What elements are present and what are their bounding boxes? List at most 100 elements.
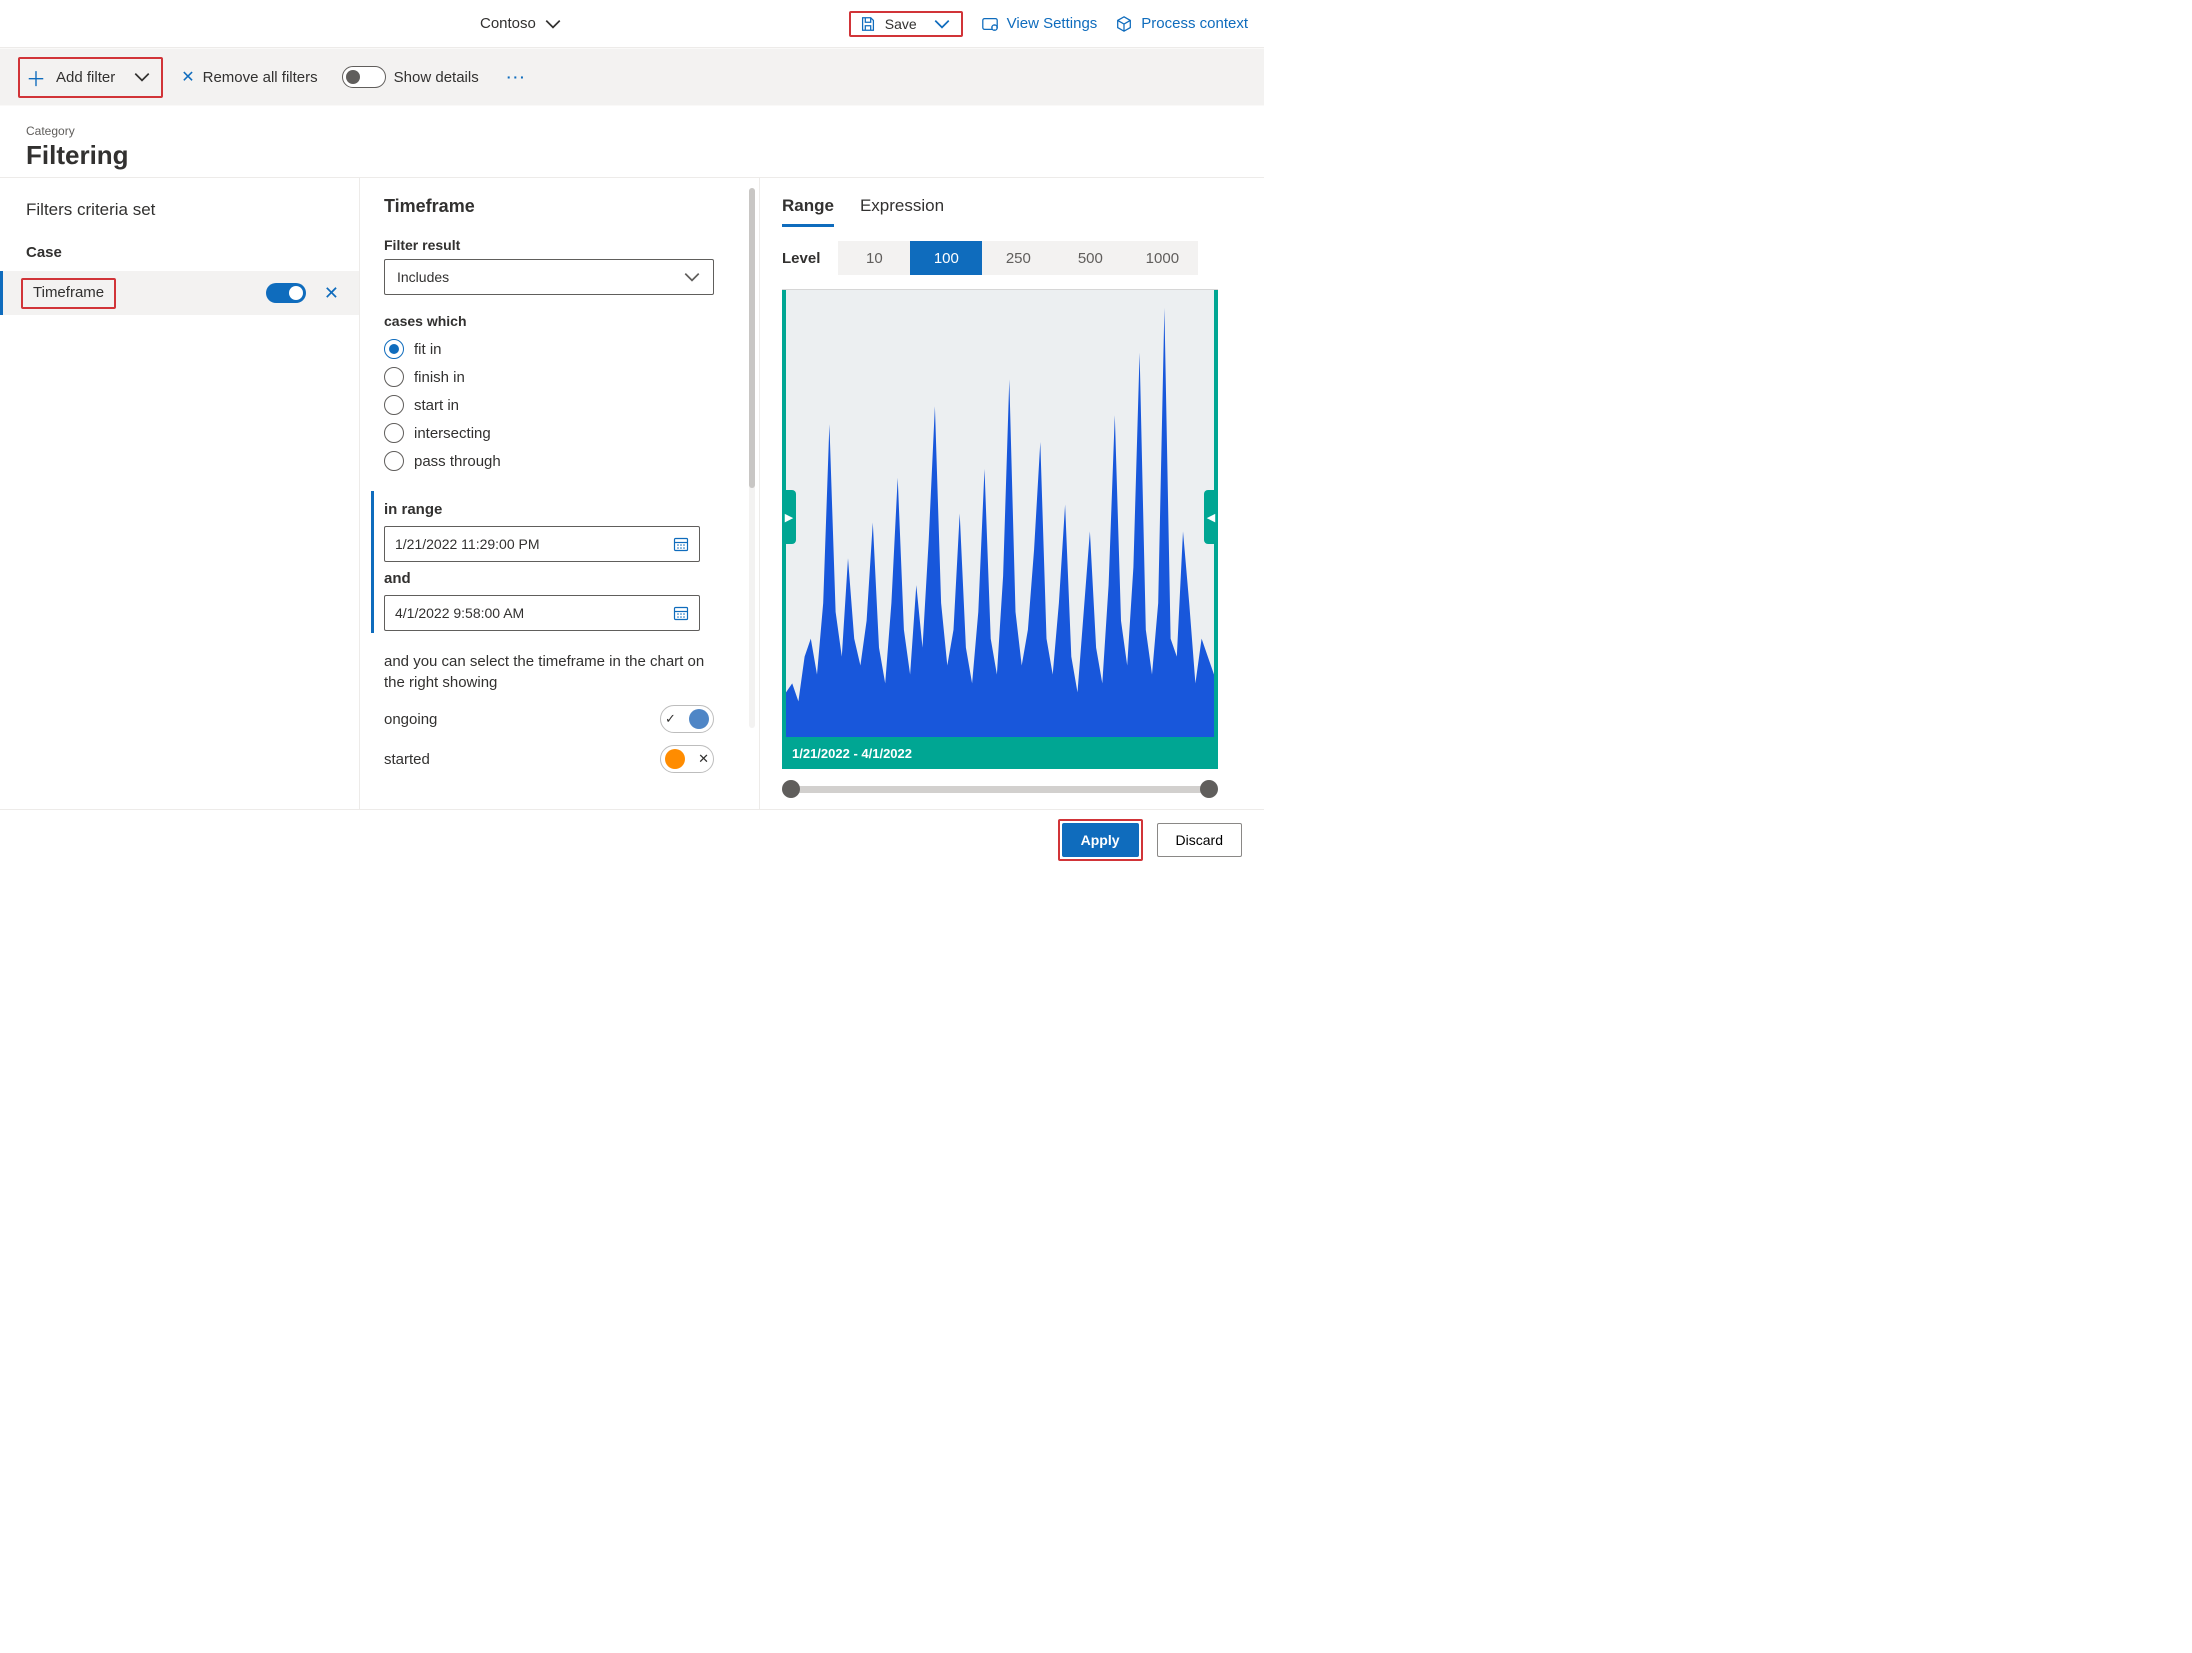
in-range-label: in range bbox=[384, 501, 735, 518]
filter-result-value: Includes bbox=[397, 269, 449, 285]
filter-remove-button[interactable]: ✕ bbox=[324, 283, 339, 304]
cases-which-label: cases which bbox=[384, 313, 735, 329]
range-end-value: 4/1/2022 9:58:00 AM bbox=[395, 605, 524, 621]
radio-finish-in[interactable]: finish in bbox=[384, 367, 735, 387]
started-row: started ✕ bbox=[384, 745, 714, 773]
toolbar: ＋ Add filter ✕ Remove all filters Show d… bbox=[0, 48, 1264, 106]
footer: Apply Discard bbox=[0, 809, 1264, 869]
radio-label: finish in bbox=[414, 369, 465, 386]
range-block: in range 1/21/2022 11:29:00 PM and 4/1/2… bbox=[371, 491, 735, 633]
radio-label: intersecting bbox=[414, 425, 491, 442]
level-button-250[interactable]: 250 bbox=[982, 241, 1054, 275]
started-toggle[interactable]: ✕ bbox=[660, 745, 714, 773]
environment-name: Contoso bbox=[480, 15, 536, 32]
process-context-button[interactable]: Process context bbox=[1115, 15, 1248, 33]
tab-expression[interactable]: Expression bbox=[860, 196, 944, 227]
check-icon: ✓ bbox=[665, 711, 676, 727]
radio-pass-through[interactable]: pass through bbox=[384, 451, 735, 471]
apply-button[interactable]: Apply bbox=[1062, 823, 1139, 857]
chart-range-label: 1/21/2022 - 4/1/2022 bbox=[782, 737, 1218, 769]
filters-group-label: Case bbox=[0, 238, 359, 271]
remove-all-filters-button[interactable]: ✕ Remove all filters bbox=[181, 67, 317, 87]
tab-range[interactable]: Range bbox=[782, 196, 834, 227]
level-button-500[interactable]: 500 bbox=[1054, 241, 1126, 275]
toggle-off-icon[interactable] bbox=[342, 66, 386, 88]
close-icon: ✕ bbox=[181, 67, 194, 87]
chevron-down-icon bbox=[683, 268, 701, 286]
page-category: Category bbox=[26, 124, 1238, 138]
filter-item-label: Timeframe bbox=[21, 278, 116, 309]
config-title: Timeframe bbox=[384, 196, 735, 217]
title-bar: Contoso Save View Settings Process conte… bbox=[0, 0, 1264, 48]
filter-config-panel: Timeframe Filter result Includes cases w… bbox=[360, 178, 760, 809]
radio-icon bbox=[384, 339, 404, 359]
level-buttons: 101002505001000 bbox=[838, 241, 1198, 275]
range-start-input[interactable]: 1/21/2022 11:29:00 PM bbox=[384, 526, 700, 562]
chart-tabs: Range Expression bbox=[782, 196, 1242, 227]
scrollbar[interactable] bbox=[749, 188, 755, 728]
filters-heading: Filters criteria set bbox=[0, 196, 359, 238]
save-label: Save bbox=[885, 16, 917, 32]
page-title: Filtering bbox=[26, 140, 1238, 171]
top-actions: Save View Settings Process context bbox=[849, 11, 1248, 37]
add-filter-button[interactable]: ＋ Add filter bbox=[18, 57, 163, 98]
and-label: and bbox=[384, 570, 735, 587]
radio-fit-in[interactable]: fit in bbox=[384, 339, 735, 359]
range-slider[interactable] bbox=[782, 783, 1218, 795]
radio-icon bbox=[384, 423, 404, 443]
page-header: Category Filtering bbox=[0, 106, 1264, 177]
chart-panel: Range Expression Level 101002505001000 ▶… bbox=[760, 178, 1264, 809]
show-details-label: Show details bbox=[394, 69, 479, 86]
view-settings-button[interactable]: View Settings bbox=[981, 15, 1098, 33]
level-row: Level 101002505001000 bbox=[782, 241, 1242, 275]
chevron-down-icon[interactable] bbox=[933, 15, 951, 33]
range-start-value: 1/21/2022 11:29:00 PM bbox=[395, 536, 540, 552]
ongoing-row: ongoing ✓ bbox=[384, 705, 714, 733]
save-button[interactable]: Save bbox=[849, 11, 963, 37]
filter-enabled-toggle[interactable] bbox=[266, 283, 306, 303]
level-button-100[interactable]: 100 bbox=[910, 241, 982, 275]
view-settings-icon bbox=[981, 15, 999, 33]
process-context-label: Process context bbox=[1141, 15, 1248, 32]
remove-all-label: Remove all filters bbox=[203, 69, 318, 86]
filter-result-label: Filter result bbox=[384, 237, 735, 253]
plus-icon: ＋ bbox=[26, 63, 46, 92]
overflow-button[interactable]: ··· bbox=[507, 69, 527, 85]
chevron-down-icon bbox=[544, 15, 562, 33]
filter-result-select[interactable]: Includes bbox=[384, 259, 714, 295]
radio-start-in[interactable]: start in bbox=[384, 395, 735, 415]
range-handle-left[interactable]: ▶ bbox=[782, 490, 796, 544]
radio-label: fit in bbox=[414, 341, 442, 358]
radio-intersecting[interactable]: intersecting bbox=[384, 423, 735, 443]
view-settings-label: View Settings bbox=[1007, 15, 1098, 32]
apply-highlight: Apply bbox=[1058, 819, 1143, 861]
toggle-knob bbox=[689, 709, 709, 729]
show-details-toggle[interactable]: Show details bbox=[342, 66, 479, 88]
environment-dropdown[interactable]: Contoso bbox=[480, 15, 562, 33]
radio-label: pass through bbox=[414, 453, 501, 470]
filter-item-timeframe[interactable]: Timeframe ✕ bbox=[0, 271, 359, 315]
filters-panel: Filters criteria set Case Timeframe ✕ bbox=[0, 178, 360, 809]
calendar-icon bbox=[673, 536, 689, 552]
range-end-input[interactable]: 4/1/2022 9:58:00 AM bbox=[384, 595, 700, 631]
radio-icon bbox=[384, 395, 404, 415]
slider-handle-right[interactable] bbox=[1200, 780, 1218, 798]
ongoing-label: ongoing bbox=[384, 711, 437, 728]
save-icon bbox=[859, 15, 877, 33]
level-label: Level bbox=[782, 250, 820, 267]
slider-handle-left[interactable] bbox=[782, 780, 800, 798]
discard-button[interactable]: Discard bbox=[1157, 823, 1242, 857]
histogram-chart[interactable]: ▶ ◀ 1/21/2022 - 4/1/2022 bbox=[782, 289, 1218, 769]
chart-note-text: and you can select the timeframe in the … bbox=[384, 651, 714, 693]
started-label: started bbox=[384, 751, 430, 768]
process-context-icon bbox=[1115, 15, 1133, 33]
range-handle-right[interactable]: ◀ bbox=[1204, 490, 1218, 544]
radio-label: start in bbox=[414, 397, 459, 414]
level-button-10[interactable]: 10 bbox=[838, 241, 910, 275]
chevron-down-icon[interactable] bbox=[133, 68, 151, 86]
level-button-1000[interactable]: 1000 bbox=[1126, 241, 1198, 275]
calendar-icon bbox=[673, 605, 689, 621]
toggle-knob bbox=[665, 749, 685, 769]
radio-icon bbox=[384, 367, 404, 387]
ongoing-toggle[interactable]: ✓ bbox=[660, 705, 714, 733]
